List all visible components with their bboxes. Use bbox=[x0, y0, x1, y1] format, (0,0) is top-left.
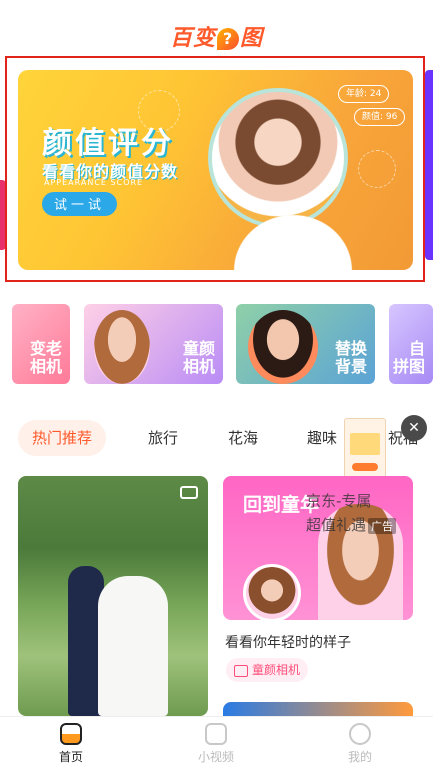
video-icon bbox=[180, 486, 198, 499]
feature-replace-background[interactable]: 替换 背景 bbox=[236, 304, 375, 384]
nav-profile[interactable]: 我的 bbox=[330, 723, 390, 765]
profile-icon bbox=[349, 723, 371, 745]
logo-text-left: 百变 bbox=[169, 26, 216, 51]
feature-collage[interactable]: 自拼图 bbox=[389, 304, 433, 384]
feature-photo bbox=[94, 310, 150, 384]
age-tag: 年龄: 24 bbox=[338, 85, 390, 103]
nav-home[interactable]: 首页 bbox=[41, 723, 101, 765]
feature-photo bbox=[248, 310, 318, 384]
feature-label: 童颜 相机 bbox=[182, 339, 215, 376]
bride-figure bbox=[98, 576, 168, 716]
score-tag: 颜值: 96 bbox=[354, 108, 406, 126]
child-camera-chip[interactable]: 童颜相机 bbox=[226, 658, 309, 682]
decor-circle bbox=[358, 150, 396, 188]
feature-child-face-camera[interactable]: 童颜 相机 bbox=[84, 304, 223, 384]
tab-hot[interactable]: 热门推荐 bbox=[18, 420, 107, 456]
feature-label: 自拼图 bbox=[392, 339, 425, 376]
try-button[interactable]: 试一试 bbox=[42, 192, 117, 216]
bottom-navigation: 首页 小视频 我的 bbox=[0, 716, 433, 772]
nav-label: 小视频 bbox=[197, 750, 234, 764]
chip-label: 童颜相机 bbox=[252, 663, 301, 677]
card-thumbnail bbox=[243, 564, 301, 620]
card-description: 看看你年轻时的样子 bbox=[225, 635, 351, 651]
tab-flowers[interactable]: 花海 bbox=[228, 420, 258, 456]
tab-fun[interactable]: 趣味 bbox=[307, 420, 337, 456]
banner-appearance-score[interactable]: 颜值评分 看看你的颜值分数 APPEARANCE SCORE 试一试 年龄: 2… bbox=[18, 70, 413, 270]
video-card-wedding[interactable] bbox=[18, 476, 208, 716]
home-icon bbox=[60, 723, 82, 745]
feature-label: 变老 相机 bbox=[29, 339, 62, 376]
ad-overlay-line1: 京东-专属 bbox=[306, 492, 372, 510]
feature-aging-camera[interactable]: 变老 相机 bbox=[12, 304, 70, 384]
logo-mark-icon: ? bbox=[217, 28, 239, 50]
carousel-next-peek[interactable] bbox=[425, 70, 433, 260]
nav-label: 我的 bbox=[347, 750, 372, 764]
feature-label: 替换 背景 bbox=[334, 339, 367, 376]
tab-travel[interactable]: 旅行 bbox=[148, 420, 178, 456]
nav-label: 首页 bbox=[58, 750, 83, 764]
speaker-icon bbox=[234, 664, 248, 677]
video-icon bbox=[205, 723, 227, 745]
close-icon[interactable]: ✕ bbox=[401, 415, 427, 441]
banner-title: 颜值评分 bbox=[42, 126, 174, 161]
nav-short-video[interactable]: 小视频 bbox=[186, 723, 246, 765]
logo-text-right: 图 bbox=[240, 26, 264, 51]
ad-image bbox=[350, 433, 380, 455]
ad-overlay-line2: 超值礼遇 bbox=[306, 516, 367, 534]
banner-caption: APPEARANCE SCORE bbox=[44, 178, 144, 187]
ad-button bbox=[352, 463, 378, 471]
ad-badge: 广告 bbox=[368, 518, 396, 534]
portrait-body bbox=[218, 200, 368, 270]
app-logo: 百变? 图 bbox=[0, 20, 433, 52]
